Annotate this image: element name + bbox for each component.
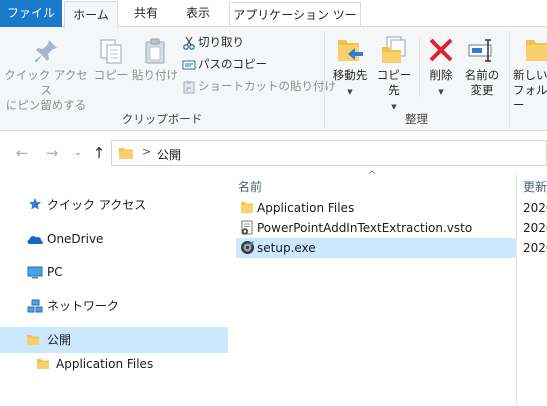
tab-home[interactable]: ホーム — [64, 1, 118, 28]
up-arrow-icon[interactable]: ↑ — [89, 144, 109, 162]
tab-file[interactable]: ファイル — [0, 0, 62, 27]
tab-share[interactable]: 共有 — [124, 0, 168, 27]
rename-label-line1: 名前の — [464, 68, 500, 82]
copy-button[interactable]: コピー — [92, 37, 130, 83]
pin-label-line1: クイック アクセス — [4, 68, 88, 97]
computer-icon — [27, 266, 43, 279]
cut-button[interactable]: 切り取り — [182, 32, 244, 52]
navigation-pane: クイック アクセス OneDrive PC ネットワーク 公開 Applicat… — [0, 175, 230, 406]
nav-label-network: ネットワーク — [47, 299, 120, 313]
file-date: 2020 — [523, 241, 547, 255]
nav-item-pc[interactable]: PC — [0, 259, 228, 285]
nav-label-quick-access: クイック アクセス — [47, 198, 147, 212]
move-to-dropdown-icon: ▼ — [347, 88, 353, 96]
pin-icon — [35, 40, 57, 62]
column-divider[interactable] — [516, 175, 517, 406]
folder-icon — [119, 148, 133, 159]
move-to-button[interactable]: 移動先 ▼ — [328, 35, 372, 100]
paste-label: 貼り付け — [132, 68, 178, 82]
copy-path-label: パスのコピー — [198, 57, 267, 71]
organize-group-label: 整理 — [405, 112, 428, 126]
ribbon: クイック アクセス にピン留めする コピー 貼り付け 切り取り パスのコピー シ… — [0, 27, 547, 131]
copy-to-label: コピー先 — [376, 68, 412, 97]
rename-label-line2: 変更 — [470, 83, 494, 97]
breadcrumb-chevron-icon[interactable]: > — [142, 145, 151, 158]
sort-ascending-icon: ^ — [368, 170, 377, 181]
file-row-application-files[interactable]: Application Files — [236, 198, 516, 218]
file-list: ^ 名前 更新 Application Files 2020 PowerPoin… — [230, 170, 547, 406]
folder-icon — [37, 359, 49, 369]
ribbon-group-divider — [509, 31, 510, 127]
file-row-setup-exe[interactable]: setup.exe — [236, 238, 516, 258]
ribbon-tab-bar: ファイル ホーム 共有 表示 アプリケーション ツール — [0, 0, 547, 47]
new-folder-button[interactable]: 新しい フォルダー — [513, 35, 547, 113]
paste-shortcut-button[interactable]: ショートカットの貼り付け — [182, 76, 336, 96]
recent-locations-chevron-icon[interactable]: ⌄ — [68, 148, 88, 158]
new-folder-label-line2: フォルダー — [513, 83, 547, 112]
nav-item-onedrive[interactable]: OneDrive — [0, 226, 228, 252]
paste-clipboard-icon — [145, 38, 165, 64]
delete-x-icon — [429, 38, 453, 62]
pin-to-quick-access-button[interactable]: クイック アクセス にピン留めする — [4, 37, 88, 113]
cloud-icon — [27, 236, 43, 244]
copy-icon — [100, 39, 122, 64]
copy-path-icon — [182, 60, 196, 69]
file-name: PowerPointAddInTextExtraction.vsto — [257, 221, 473, 235]
folder-icon — [241, 202, 253, 213]
star-icon — [29, 198, 41, 210]
column-header-name[interactable]: 名前 — [238, 175, 262, 199]
ribbon-subgroup-divider — [419, 37, 420, 97]
rename-icon — [468, 39, 492, 62]
folder-icon — [27, 335, 39, 345]
delete-button[interactable]: 削除 ▼ — [422, 35, 460, 100]
rename-button[interactable]: 名前の 変更 — [460, 35, 504, 98]
file-date: 2020 — [523, 221, 547, 235]
nav-item-network[interactable]: ネットワーク — [0, 293, 228, 319]
nav-label-pc: PC — [47, 265, 63, 279]
pin-label-line2: にピン留めする — [5, 98, 87, 112]
tab-view[interactable]: 表示 — [174, 0, 222, 27]
network-icon — [27, 299, 43, 313]
paste-button[interactable]: 貼り付け — [131, 37, 179, 83]
back-arrow-icon[interactable]: ← — [12, 144, 32, 162]
delete-dropdown-icon: ▼ — [438, 88, 444, 96]
address-row: ← → ⌄ ↑ > 公開 — [0, 131, 547, 175]
file-row-vsto[interactable]: PowerPointAddInTextExtraction.vsto — [236, 218, 516, 238]
new-folder-icon — [526, 40, 547, 61]
file-name: setup.exe — [257, 241, 316, 255]
vsto-manifest-icon — [241, 220, 253, 235]
nav-item-quick-access[interactable]: クイック アクセス — [0, 192, 228, 218]
copy-to-folder-icon — [382, 36, 406, 63]
breadcrumb-public[interactable]: 公開 — [157, 146, 181, 163]
column-header-modified[interactable]: 更新 — [523, 175, 547, 199]
new-folder-label-line1: 新しい — [513, 68, 547, 82]
nav-label-public: 公開 — [47, 333, 72, 347]
paste-shortcut-icon — [183, 80, 195, 93]
cut-label: 切り取り — [198, 35, 244, 49]
file-name: Application Files — [257, 201, 355, 215]
move-to-label: 移動先 — [332, 68, 368, 82]
copy-to-button[interactable]: コピー先 ▼ — [372, 35, 416, 115]
delete-label: 削除 — [429, 68, 453, 82]
nav-label-application-files: Application Files — [56, 357, 154, 371]
move-to-folder-icon — [338, 40, 363, 61]
tab-application-tools[interactable]: アプリケーション ツール — [229, 2, 361, 47]
setup-disc-icon — [241, 241, 254, 254]
clipboard-group-label: クリップボード — [121, 112, 203, 126]
copy-path-button[interactable]: パスのコピー — [182, 54, 267, 74]
forward-arrow-icon[interactable]: → — [42, 144, 62, 162]
copy-label: コピー — [93, 68, 129, 82]
paste-shortcut-label: ショートカットの貼り付け — [198, 79, 336, 93]
scissors-icon — [183, 36, 195, 50]
address-bar[interactable]: > 公開 — [111, 140, 547, 166]
nav-label-onedrive: OneDrive — [47, 232, 104, 246]
nav-item-public[interactable]: 公開 — [0, 327, 228, 353]
file-date: 2020 — [523, 201, 547, 215]
nav-item-application-files[interactable]: Application Files — [0, 351, 228, 377]
